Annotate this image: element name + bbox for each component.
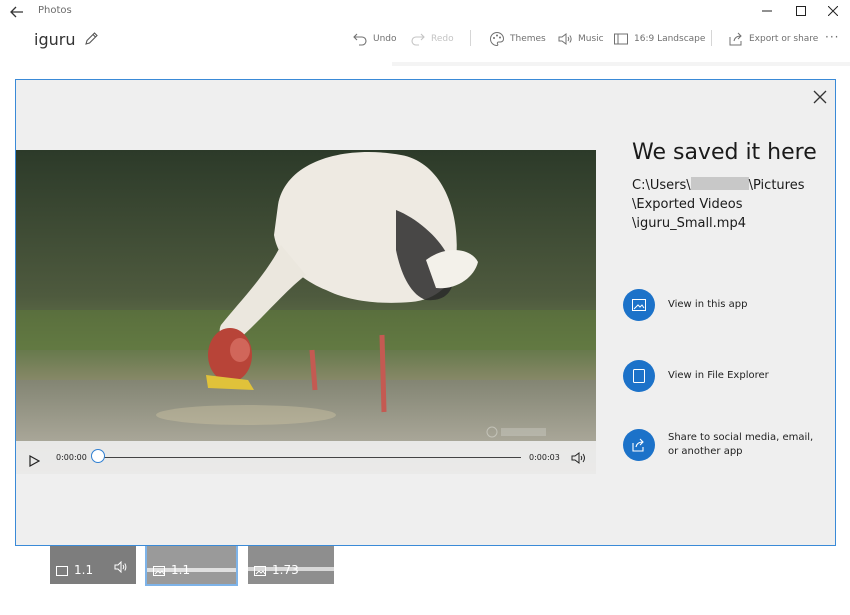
editor-toolbar: iguru Undo Redo Themes Music 16:9 Landsc… xyxy=(0,24,850,58)
minimize-button[interactable] xyxy=(750,0,784,22)
export-icon xyxy=(729,32,742,46)
music-button[interactable]: Music xyxy=(557,29,604,49)
music-label: Music xyxy=(578,34,604,44)
storyboard-clip[interactable]: 1.73 xyxy=(248,546,334,584)
export-button[interactable]: Export or share xyxy=(728,29,818,49)
app-title: Photos xyxy=(38,5,72,16)
toolbar-divider xyxy=(470,30,471,46)
more-options-button[interactable]: ··· xyxy=(825,30,839,44)
path-line-1-prefix: C:\Users\ xyxy=(632,178,691,193)
aspect-ratio-icon xyxy=(56,566,68,576)
clip-duration: 1.1 xyxy=(171,563,191,577)
seek-handle[interactable] xyxy=(91,449,105,463)
volume-icon[interactable] xyxy=(571,450,587,469)
aspect-ratio-label: 16:9 Landscape xyxy=(634,34,706,44)
back-arrow-icon[interactable] xyxy=(8,3,26,21)
clip-duration: 1.73 xyxy=(272,563,299,577)
player-controls: 0:00:00 0:00:03 xyxy=(16,441,596,474)
video-frame-image xyxy=(16,150,596,474)
pencil-icon[interactable] xyxy=(83,31,99,47)
video-preview[interactable]: 0:00:00 0:00:03 xyxy=(16,150,596,474)
aspect-ratio-button[interactable]: 16:9 Landscape xyxy=(613,29,705,49)
current-time: 0:00:00 xyxy=(56,453,87,462)
view-in-file-explorer-button[interactable]: View in File Explorer xyxy=(623,360,769,392)
image-icon xyxy=(623,289,655,321)
undo-icon xyxy=(353,33,367,46)
share-icon xyxy=(623,429,655,461)
project-name[interactable]: iguru xyxy=(34,30,75,49)
maximize-button[interactable] xyxy=(784,0,818,22)
close-window-button[interactable] xyxy=(816,0,850,22)
path-line-3: \iguru_Small.mp4 xyxy=(632,216,746,231)
dialog-title: We saved it here xyxy=(632,140,817,165)
redo-label: Redo xyxy=(431,34,454,44)
undo-label: Undo xyxy=(373,34,397,44)
undo-button[interactable]: Undo xyxy=(352,29,397,49)
saved-file-path: C:\Users\ \Pictures \Exported Videos \igu… xyxy=(632,176,804,233)
themes-button[interactable]: Themes xyxy=(489,29,546,49)
image-icon xyxy=(254,566,266,576)
path-line-2: \Exported Videos xyxy=(632,197,743,212)
title-bar: Photos xyxy=(0,0,850,24)
speaker-icon xyxy=(558,33,572,45)
play-icon[interactable] xyxy=(28,452,41,471)
share-label: Share to social media, email, or another… xyxy=(668,432,814,457)
themes-label: Themes xyxy=(510,34,546,44)
redo-button[interactable]: Redo xyxy=(410,29,454,49)
path-line-1-suffix: \Pictures xyxy=(748,178,805,193)
aspect-ratio-icon xyxy=(614,33,628,45)
redacted-username xyxy=(690,177,749,190)
redo-icon xyxy=(411,33,425,46)
close-icon[interactable] xyxy=(813,89,827,104)
storyboard-clip[interactable]: 1.1 xyxy=(145,544,238,586)
storyboard-clip[interactable]: 1.1 xyxy=(50,546,136,584)
image-icon xyxy=(153,566,165,576)
share-button[interactable]: Share to social media, email, or another… xyxy=(623,429,813,461)
view-in-file-explorer-label: View in File Explorer xyxy=(668,370,769,381)
seek-track[interactable] xyxy=(102,457,521,458)
view-in-app-button[interactable]: View in this app xyxy=(623,289,747,321)
speaker-icon xyxy=(114,561,127,573)
end-time: 0:00:03 xyxy=(529,453,560,462)
export-label: Export or share xyxy=(749,34,819,44)
clip-duration: 1.1 xyxy=(74,563,94,577)
export-complete-dialog: 0:00:00 0:00:03 We saved it here C:\User… xyxy=(15,79,836,546)
palette-icon xyxy=(490,31,505,47)
tablet-icon xyxy=(623,360,655,392)
view-in-app-label: View in this app xyxy=(668,299,748,310)
toolbar-divider xyxy=(711,30,712,46)
